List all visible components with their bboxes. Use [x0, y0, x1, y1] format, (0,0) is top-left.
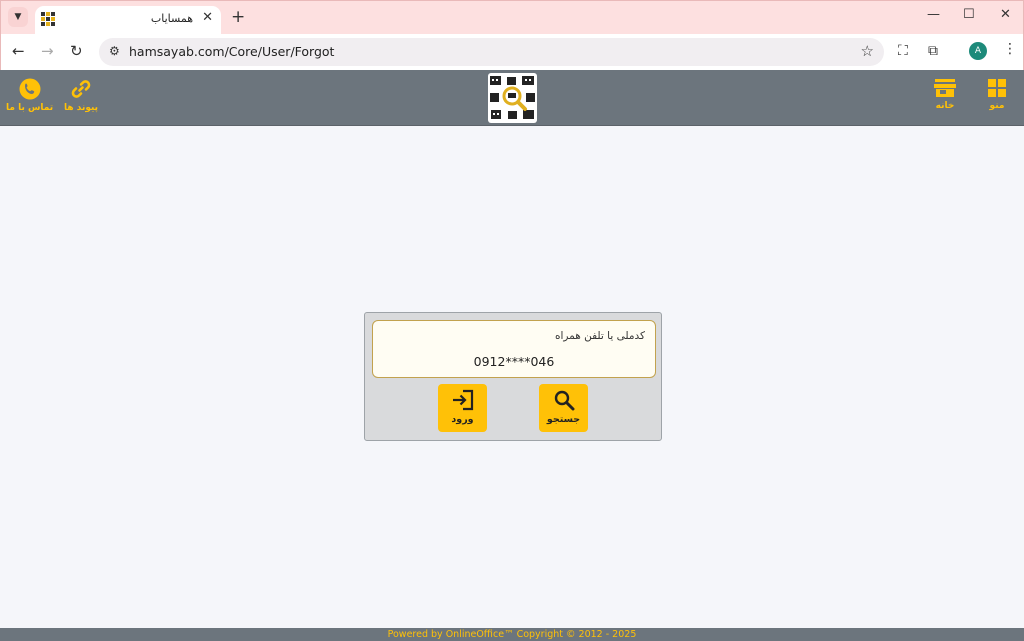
browser-toolbar: ← → ↻ ⚙ hamsayab.com/Core/User/Forgot ☆ … [0, 34, 1024, 70]
maximize-icon[interactable]: ☐ [963, 7, 975, 22]
field-value[interactable]: 0912****046 [373, 354, 655, 369]
site-favicon-icon [41, 12, 55, 26]
reload-icon[interactable]: ↻ [70, 42, 83, 60]
site-info-icon[interactable]: ⚙ [109, 44, 120, 58]
site-logo[interactable] [488, 73, 537, 123]
window-close-icon[interactable]: ✕ [1000, 7, 1011, 22]
contact-us-label: تماس با ما [6, 103, 54, 113]
menu-label: منو [989, 101, 1005, 111]
browser-tab[interactable]: همسایاب ✕ [35, 6, 221, 35]
extensions-icon[interactable]: ⧉ [928, 43, 938, 59]
login-icon [452, 389, 473, 411]
links-label: پیوند ها [64, 103, 99, 113]
links-link[interactable]: پیوند ها [64, 78, 98, 113]
screen-capture-icon[interactable]: ⛶ [898, 43, 908, 59]
minimize-icon[interactable]: — [927, 7, 940, 22]
bookmark-star-icon[interactable]: ☆ [861, 42, 874, 60]
profile-avatar[interactable]: A [969, 42, 987, 60]
grid-menu-icon [988, 79, 1006, 97]
national-id-or-phone-field[interactable]: کدملی یا تلفن همراه 0912****046 [372, 320, 656, 378]
tab-title: همسایاب [150, 12, 193, 25]
site-header: تماس با ما پیوند ها خانه منو [0, 70, 1024, 126]
search-label: جستجو [546, 414, 581, 425]
login-label: ورود [451, 414, 474, 425]
browser-tab-bar: ▼ همسایاب ✕ + — ☐ ✕ [0, 0, 1024, 35]
search-icon [554, 390, 574, 411]
contact-us-link[interactable]: تماس با ما [6, 78, 53, 113]
footer-text: Powered by OnlineOffice™ Copyright © 201… [0, 628, 1024, 641]
login-button[interactable]: ورود [438, 384, 487, 432]
phone-icon [19, 78, 41, 100]
link-icon [71, 80, 91, 98]
browser-menu-icon[interactable]: ⋮ [1003, 41, 1017, 57]
field-label: کدملی یا تلفن همراه [554, 330, 645, 342]
home-link[interactable]: خانه [934, 78, 956, 111]
search-button[interactable]: جستجو [539, 384, 588, 432]
home-label: خانه [935, 101, 955, 111]
menu-link[interactable]: منو [987, 78, 1007, 111]
neighbor-finder-logo-icon [490, 76, 535, 119]
store-icon [934, 79, 956, 97]
back-icon[interactable]: ← [12, 42, 25, 60]
address-bar[interactable]: ⚙ hamsayab.com/Core/User/Forgot ☆ [99, 38, 884, 66]
forgot-form-panel: کدملی یا تلفن همراه 0912****046 ورود جست… [364, 312, 662, 441]
url-text[interactable]: hamsayab.com/Core/User/Forgot [129, 44, 334, 59]
forward-icon[interactable]: → [41, 42, 54, 60]
tab-search-dropdown[interactable]: ▼ [8, 7, 28, 27]
tab-close-icon[interactable]: ✕ [202, 10, 213, 25]
new-tab-icon[interactable]: + [231, 7, 245, 27]
